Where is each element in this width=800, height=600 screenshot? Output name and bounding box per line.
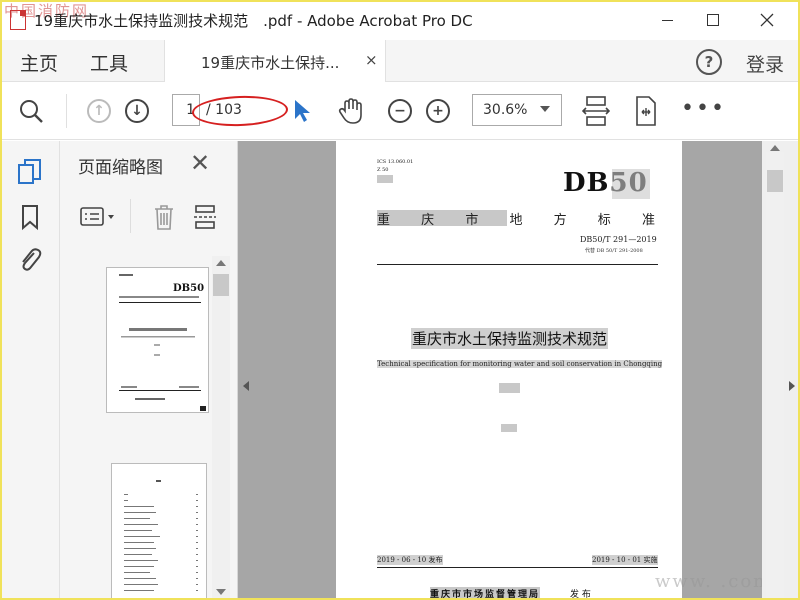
paperclip-icon bbox=[22, 248, 42, 271]
region-char: 准 bbox=[641, 213, 655, 228]
attachments-button[interactable] bbox=[16, 245, 44, 273]
help-button[interactable]: ? bbox=[696, 49, 722, 75]
issuing-authority: 重庆市市场监督管理局 bbox=[430, 587, 541, 600]
maximize-button[interactable] bbox=[690, 0, 736, 40]
trash-icon bbox=[155, 205, 173, 230]
next-page-button[interactable]: ↓ bbox=[122, 96, 152, 126]
region-char: 庆 bbox=[421, 213, 435, 228]
insert-page-icon bbox=[194, 205, 216, 229]
rotate-page-icon bbox=[636, 96, 656, 126]
login-button[interactable]: 登录 bbox=[746, 50, 784, 77]
more-tools-button[interactable]: ••• bbox=[681, 98, 726, 120]
page-2-preview bbox=[124, 480, 198, 591]
collapse-left-pane-icon[interactable] bbox=[243, 381, 249, 391]
page-1-preview: DB50 bbox=[119, 274, 206, 411]
redaction-block bbox=[377, 175, 393, 183]
hand-icon bbox=[338, 98, 362, 124]
window-title: 19重庆市水土保持监测技术规范 .pdf - Adobe Acrobat Pro… bbox=[34, 12, 473, 30]
toolbar-divider bbox=[66, 94, 67, 128]
delete-page-button[interactable] bbox=[150, 203, 178, 235]
redaction-block bbox=[499, 383, 520, 393]
zoom-in-icon: + bbox=[426, 99, 450, 123]
menu-bar: 主页 工具 19重庆市水土保持... × ? 登录 bbox=[0, 40, 800, 82]
thumbnail-scrollbar[interactable] bbox=[212, 256, 230, 600]
panel-title: 页面缩略图 bbox=[78, 158, 163, 178]
minimize-button[interactable] bbox=[644, 0, 690, 40]
fit-page-button[interactable] bbox=[581, 96, 611, 126]
select-tool-button[interactable] bbox=[286, 96, 316, 126]
hand-tool-button[interactable] bbox=[336, 96, 366, 126]
minimize-icon bbox=[661, 19, 673, 21]
arrow-down-icon: ↓ bbox=[125, 99, 149, 123]
menu-home[interactable]: 主页 bbox=[20, 49, 58, 76]
region-char: 地 bbox=[509, 213, 523, 228]
panel-close-button[interactable]: ✕ bbox=[190, 149, 210, 177]
region-char: 标 bbox=[597, 213, 611, 228]
document-title-cn: 重庆市水土保持监测技术规范 bbox=[411, 328, 609, 349]
region-char: 市 bbox=[465, 213, 479, 228]
thumbnail-page-1[interactable]: DB50 bbox=[106, 267, 209, 413]
page-thumbnails-icon bbox=[18, 159, 41, 184]
chevron-down-icon bbox=[540, 106, 550, 112]
document-scrollbar-thumb[interactable] bbox=[767, 170, 783, 192]
maximize-icon bbox=[707, 14, 719, 26]
expand-right-pane-icon[interactable] bbox=[789, 381, 795, 391]
search-button[interactable] bbox=[16, 96, 46, 126]
rotate-page-button[interactable] bbox=[630, 96, 660, 126]
panel-toolbar bbox=[60, 197, 238, 237]
issue-date: 2019 - 06 - 10 发布 bbox=[377, 555, 443, 565]
bookmark-icon bbox=[22, 205, 38, 231]
region-char: 方 bbox=[553, 213, 567, 228]
bookmarks-button[interactable] bbox=[16, 203, 44, 231]
footer-rule bbox=[377, 567, 658, 568]
thumbnail-scroll-down-icon[interactable] bbox=[216, 589, 226, 595]
header-rule bbox=[377, 264, 658, 265]
thumbnail-scroll-up-icon[interactable] bbox=[216, 260, 226, 266]
options-menu-button[interactable] bbox=[80, 205, 118, 233]
ics-code: ICS 13.060.01 bbox=[377, 159, 414, 165]
standard-number: DB50/T 291—2019 bbox=[580, 235, 657, 244]
left-nav-rail bbox=[0, 141, 60, 600]
thumbnail-scrollbar-thumb[interactable] bbox=[213, 274, 229, 296]
search-icon bbox=[20, 100, 43, 123]
arrow-up-icon: ↑ bbox=[87, 99, 111, 123]
close-icon bbox=[760, 13, 774, 27]
previous-page-button[interactable]: ↑ bbox=[84, 96, 114, 126]
db50-highlight bbox=[612, 169, 650, 199]
redaction-block bbox=[501, 424, 517, 432]
region-char: 重 bbox=[377, 213, 391, 228]
page-thumbnails-button[interactable] bbox=[16, 157, 44, 185]
document-tab[interactable]: 19重庆市水土保持... × bbox=[164, 40, 386, 82]
pointer-arrow-icon bbox=[295, 100, 310, 122]
panel-toolbar-divider bbox=[130, 199, 131, 233]
svg-text:DB50: DB50 bbox=[173, 283, 204, 294]
implementation-date: 2019 - 10 - 01 实施 bbox=[592, 555, 658, 565]
zoom-in-button[interactable]: + bbox=[423, 96, 453, 126]
site-watermark-url: www. .com bbox=[655, 571, 773, 592]
zoom-out-button[interactable]: − bbox=[385, 96, 415, 126]
document-title-en: Technical specification for monitoring w… bbox=[377, 360, 663, 368]
thumbnail-page-2[interactable] bbox=[111, 463, 207, 600]
insert-page-button[interactable] bbox=[192, 203, 220, 235]
close-window-button[interactable] bbox=[744, 0, 790, 40]
options-list-icon bbox=[80, 207, 114, 226]
document-scrollbar[interactable] bbox=[766, 152, 784, 600]
classification-code: Z 50 bbox=[377, 167, 389, 173]
region-standard-line: 重 庆 市 地 方 标 准 bbox=[377, 209, 655, 228]
fit-page-icon bbox=[582, 96, 610, 126]
title-bar: 中国消防网 19重庆市水土保持监测技术规范 .pdf - Adobe Acrob… bbox=[0, 0, 800, 40]
menu-tools[interactable]: 工具 bbox=[90, 49, 128, 76]
document-tab-label: 19重庆市水土保持... bbox=[201, 54, 340, 72]
tab-close-button[interactable]: × bbox=[365, 51, 378, 69]
toolbar: ↑ ↓ − + bbox=[0, 82, 800, 140]
replaces-standard: 代替 DB 50/T 291-2008 bbox=[585, 248, 643, 254]
scroll-up-icon[interactable] bbox=[770, 145, 780, 151]
zoom-out-icon: − bbox=[388, 99, 412, 123]
issuing-suffix: 发 布 bbox=[570, 590, 591, 600]
